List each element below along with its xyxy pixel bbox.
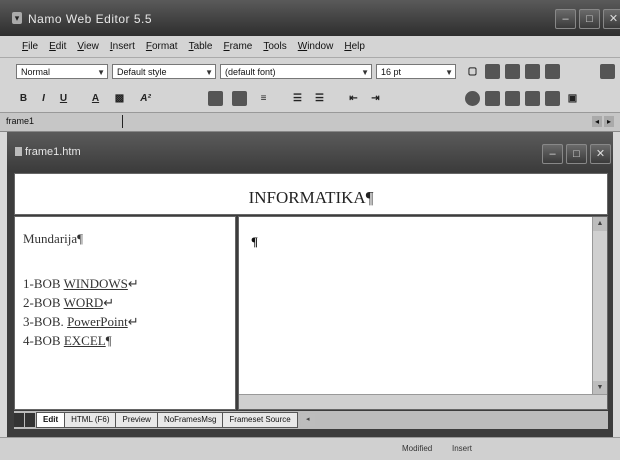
right-frame[interactable]: ¶ ▲ ▼ <box>238 216 608 410</box>
document-title: frame1.htm <box>25 146 81 158</box>
chevron-down-icon: ▼ <box>361 68 369 77</box>
font-color-icon[interactable]: A <box>88 91 103 106</box>
save-icon[interactable] <box>505 64 520 79</box>
top-frame[interactable]: INFORMATIKA¶ <box>14 173 608 215</box>
link-word[interactable]: WORD <box>64 295 104 310</box>
menu-file[interactable]: File <box>22 41 38 52</box>
bullet-list-icon[interactable]: ☰ <box>312 91 327 106</box>
doc-maximize-icon[interactable]: □ <box>566 144 587 164</box>
paragraph-mark: ¶ <box>251 234 259 249</box>
align-left-icon[interactable] <box>208 91 223 106</box>
scroll-left-icon[interactable]: ◂ <box>592 116 602 127</box>
menu-tools[interactable]: Tools <box>263 41 286 52</box>
app-icon: ▾ <box>12 12 22 24</box>
insert-object-icon[interactable] <box>545 91 560 106</box>
link-excel[interactable]: EXCEL <box>64 333 106 348</box>
list-item: 4-BOB EXCEL¶ <box>23 333 112 348</box>
open-folder-icon[interactable] <box>485 64 500 79</box>
underline-icon[interactable]: U <box>56 91 71 106</box>
numbered-list-icon[interactable]: ☰ <box>290 91 305 106</box>
menu-edit[interactable]: Edit <box>49 41 66 52</box>
scroll-right-icon[interactable]: ▸ <box>604 116 614 127</box>
tab-html[interactable]: HTML (F6) <box>64 412 117 428</box>
menu-insert[interactable]: Insert <box>110 41 135 52</box>
menu-view[interactable]: View <box>77 41 99 52</box>
insert-image-icon[interactable] <box>465 91 480 106</box>
page-heading: INFORMATIKA¶ <box>248 188 374 207</box>
scroll-up-icon[interactable]: ▲ <box>593 217 607 231</box>
new-page-icon[interactable]: ▢ <box>465 64 480 79</box>
chevron-down-icon: ▼ <box>445 68 453 77</box>
bold-icon[interactable]: B <box>16 91 31 106</box>
left-frame[interactable]: Mundarija¶ 1-BOB WINDOWS↵ 2-BOB WORD↵ 3-… <box>14 216 236 410</box>
frame-name-bar: frame1 ◂ ▸ <box>0 113 620 132</box>
link-powerpoint[interactable]: PowerPoint <box>67 314 128 329</box>
align-center-icon[interactable] <box>232 91 247 106</box>
frame-name: frame1 <box>6 116 35 126</box>
view-tabs: Edit HTML (F6) Preview NoFramesMsg Frame… <box>14 411 608 429</box>
menu-frame[interactable]: Frame <box>223 41 252 52</box>
text-style-select[interactable]: Default style ▼ <box>112 64 216 79</box>
tab-prev-icon[interactable] <box>25 413 35 427</box>
chevron-down-icon: ▼ <box>205 68 213 77</box>
insert-form-icon[interactable] <box>505 91 520 106</box>
insert-mode-status: Insert <box>452 444 473 453</box>
modified-status: Modified <box>402 444 433 453</box>
menu-help[interactable]: Help <box>344 41 365 52</box>
list-item: 2-BOB WORD↵ <box>23 295 115 310</box>
publish-icon[interactable] <box>545 64 560 79</box>
app-title-bar: ▾ Namo Web Editor 5.5 – □ ✕ <box>0 0 620 36</box>
insert-table-icon[interactable] <box>485 91 500 106</box>
font-size-select[interactable]: 16 pt ▼ <box>376 64 456 79</box>
app-title: Namo Web Editor 5.5 <box>28 12 152 26</box>
format-toolbar: Normal ▼ Default style ▼ (default font) ▼ 1… <box>0 58 620 86</box>
close-icon[interactable]: ✕ <box>603 9 620 29</box>
decrease-indent-icon[interactable]: ⇤ <box>346 91 361 106</box>
align-right-icon[interactable]: ≡ <box>256 91 271 106</box>
minimize-icon[interactable]: – <box>555 9 576 29</box>
doc-minimize-icon[interactable]: – <box>542 144 563 164</box>
highlight-icon[interactable]: ▩ <box>112 91 127 106</box>
save-all-icon[interactable] <box>525 64 540 79</box>
chevron-down-icon: ▼ <box>97 68 105 77</box>
document-title-bar: frame1.htm – □ ✕ <box>7 132 613 172</box>
text-cursor <box>122 115 123 128</box>
tab-edit[interactable]: Edit <box>36 412 66 428</box>
italic-icon[interactable]: I <box>36 91 51 106</box>
vertical-scrollbar[interactable]: ▲ ▼ <box>592 217 607 395</box>
font-effect-icon[interactable]: A² <box>138 91 153 106</box>
menu-format[interactable]: Format <box>146 41 178 52</box>
status-bar: Modified Insert <box>0 437 620 460</box>
print-icon[interactable] <box>600 64 615 79</box>
horizontal-scrollbar[interactable] <box>239 394 607 409</box>
font-select[interactable]: (default font) ▼ <box>220 64 372 79</box>
insert-frame-icon[interactable]: ▣ <box>565 91 580 106</box>
maximize-icon[interactable]: □ <box>579 9 600 29</box>
tab-preview[interactable]: Preview <box>115 412 158 428</box>
doc-close-icon[interactable]: ✕ <box>590 144 611 164</box>
menu-bar: File Edit View Insert Format Table Frame… <box>0 36 620 58</box>
formatting-toolbar: B I U A ▩ A² ≡ ☰ ☰ ⇤ ⇥ ▣ <box>0 86 620 113</box>
tab-noframesmsg[interactable]: NoFramesMsg <box>156 412 224 428</box>
increase-indent-icon[interactable]: ⇥ <box>368 91 383 106</box>
tab-scroll-left-icon[interactable]: ◂ <box>300 414 315 426</box>
scroll-down-icon[interactable]: ▼ <box>593 381 607 395</box>
contents-heading: Mundarija¶ <box>23 231 84 246</box>
tab-frameset-source[interactable]: Frameset Source <box>222 412 298 428</box>
list-item: 3-BOB. PowerPoint↵ <box>23 314 139 329</box>
link-windows[interactable]: WINDOWS <box>64 276 128 291</box>
paragraph-style-select[interactable]: Normal ▼ <box>16 64 108 79</box>
document-icon <box>15 147 22 156</box>
menu-table[interactable]: Table <box>189 41 213 52</box>
menu-window[interactable]: Window <box>298 41 334 52</box>
insert-layer-icon[interactable] <box>525 91 540 106</box>
tab-first-icon[interactable] <box>14 413 24 427</box>
list-item: 1-BOB WINDOWS↵ <box>23 276 139 291</box>
